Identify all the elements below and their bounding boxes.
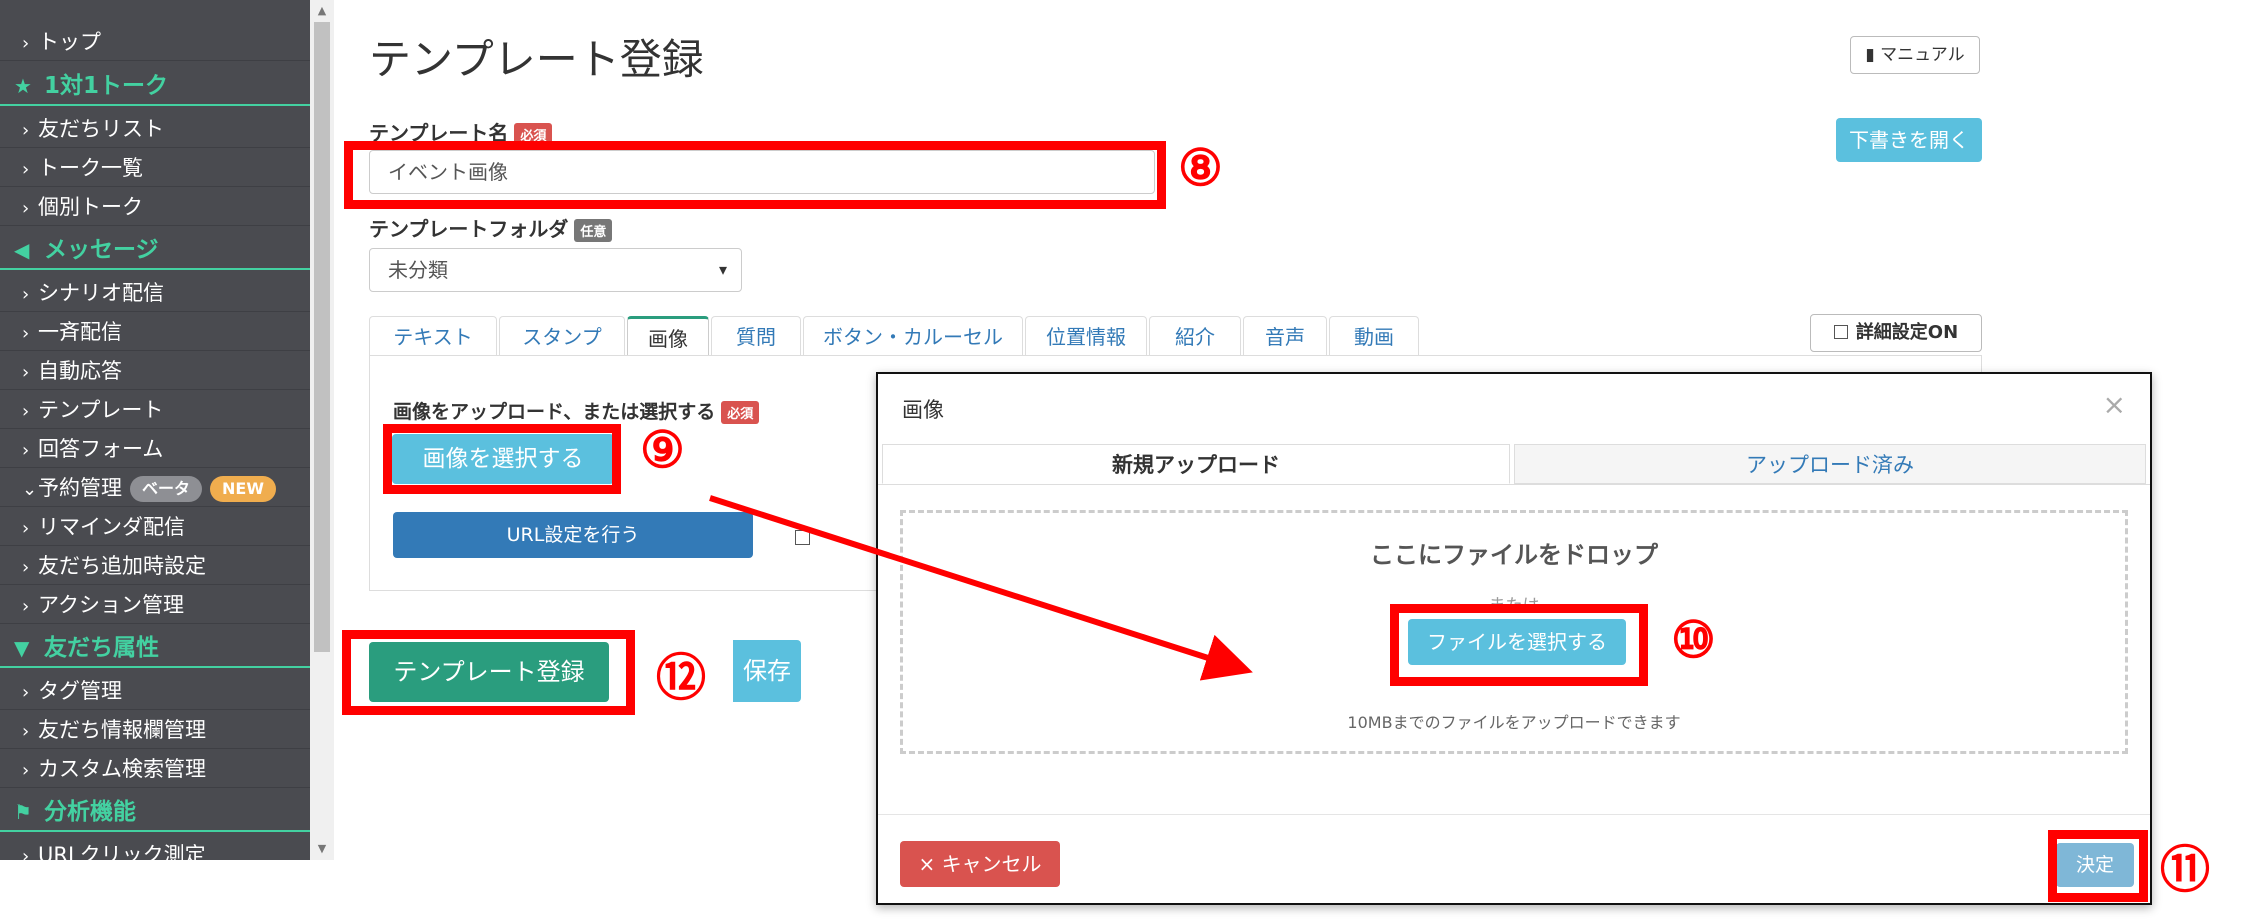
arrow-line xyxy=(709,495,1253,681)
annotation-arrow xyxy=(709,495,1253,681)
